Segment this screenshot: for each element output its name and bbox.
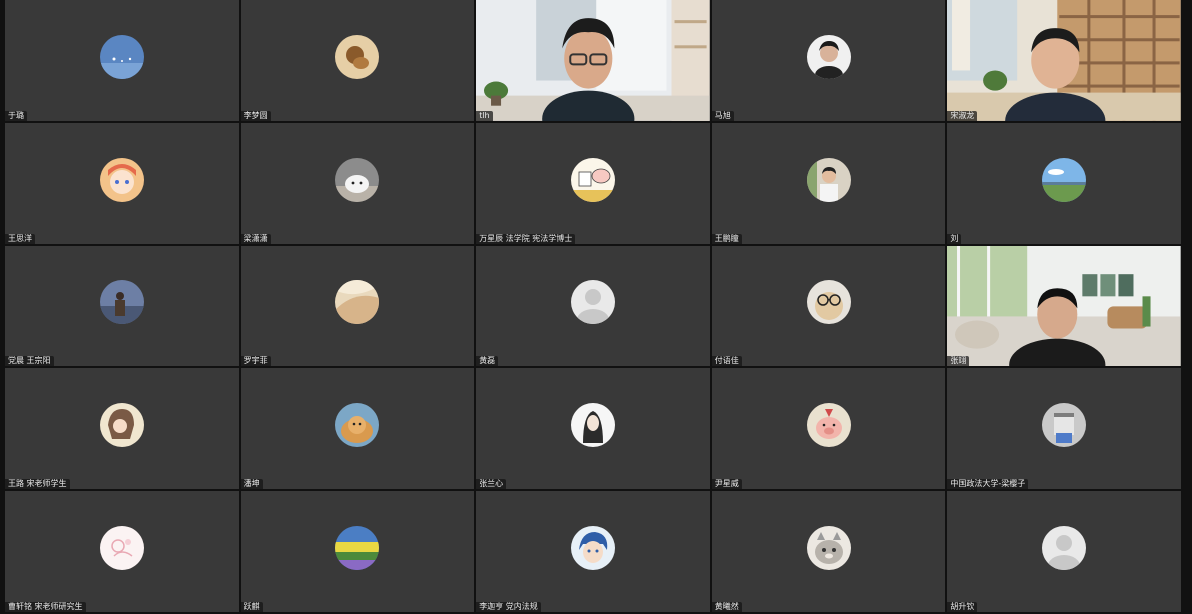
participant-tile[interactable]: 王鹏瞳: [711, 122, 946, 244]
participant-tile[interactable]: 马旭: [711, 0, 946, 121]
participant-tile[interactable]: 党晨 王宗阳: [5, 245, 239, 367]
participant-name: 党晨 王宗阳: [5, 356, 54, 367]
participant-tile[interactable]: 王路 宋老师学生: [5, 368, 239, 490]
cartoon-pig-avatar: [570, 157, 615, 202]
person-photo-avatar: [806, 34, 851, 79]
participant-tile[interactable]: 曹轩铭 宋老师研究生: [5, 491, 239, 612]
default-user-avatar: [1042, 525, 1087, 570]
participant-name: 于璐: [5, 110, 27, 121]
participant-name: 黄曦然: [711, 602, 742, 612]
grey-cat-avatar: [806, 525, 851, 570]
sunset-silhouette-avatar: [99, 280, 144, 325]
participant-name: 李梦圆: [240, 110, 271, 121]
landscape-avatar: [1042, 157, 1087, 202]
participant-tile[interactable]: 尹星威: [711, 368, 946, 490]
participant-name: 黄磊: [476, 356, 499, 367]
participant-tile[interactable]: 胡升钦: [947, 491, 1181, 612]
participant-name: 罗宇菲: [240, 356, 271, 367]
participant-name: 刘: [947, 233, 962, 244]
ink-figure-avatar: [570, 403, 615, 448]
pink-pig-avatar: [806, 403, 851, 448]
cartoon-girl-avatar: [99, 157, 144, 202]
beige-abstract-avatar: [335, 280, 380, 325]
participant-name: 跃麒: [240, 602, 263, 612]
participant-tile[interactable]: 刘: [947, 122, 1181, 244]
participant-name: 胡升钦: [947, 602, 978, 612]
participant-tile[interactable]: 跃麒: [240, 491, 475, 612]
participant-video-tile[interactable]: 张翊: [947, 245, 1181, 367]
participant-tile[interactable]: 王思洋: [5, 122, 239, 244]
default-user-avatar: [570, 280, 615, 325]
glasses-pet-avatar: [806, 280, 851, 325]
blue-sky-avatar: [99, 34, 144, 79]
participant-name: 潘坤: [240, 479, 263, 490]
participant-tile[interactable]: 张兰心: [476, 368, 710, 490]
participant-tile[interactable]: 李梦圆: [240, 0, 475, 121]
participant-video-tile[interactable]: 宋淑龙: [947, 0, 1181, 121]
participant-tile[interactable]: 黄曦然: [711, 491, 946, 612]
participant-name: 张翊: [947, 356, 970, 367]
pink-drawing-avatar: [99, 525, 144, 570]
camera-video-feed: [947, 245, 1181, 367]
camera-video-feed: [947, 0, 1181, 121]
anime-boy-avatar: [570, 525, 615, 570]
participant-name: 曹轩铭 宋老师研究生: [5, 602, 86, 612]
participant-name: 马旭: [711, 110, 734, 121]
participant-name: 中国政法大学-梁樱子: [947, 479, 1029, 490]
participant-name: 李迦亨 党内法规: [476, 602, 541, 612]
anime-girl-avatar: [99, 403, 144, 448]
flower-field-avatar: [335, 525, 380, 570]
white-dog-avatar: [335, 157, 380, 202]
participant-tile[interactable]: 万星辰 法学院 宪法学博士: [476, 122, 710, 244]
person-photo-avatar: [806, 157, 851, 202]
participant-name: 宋淑龙: [947, 110, 978, 121]
participant-name: 尹星威: [711, 479, 742, 490]
brown-drawing-avatar: [335, 34, 380, 79]
participant-name: tlh: [476, 110, 493, 121]
participant-tile[interactable]: 付语佳: [711, 245, 946, 367]
participant-tile[interactable]: 李迦亨 党内法规: [476, 491, 710, 612]
participant-tile[interactable]: 中国政法大学-梁樱子: [947, 368, 1181, 490]
participant-name: 王思洋: [5, 233, 35, 244]
mascot-avatar: [1042, 403, 1087, 448]
participant-name: 梁潇潇: [240, 233, 271, 244]
hamster-avatar: [335, 403, 380, 448]
participant-name: 王鹏瞳: [711, 233, 742, 244]
participant-name: 王路 宋老师学生: [5, 479, 70, 490]
participant-tile[interactable]: 梁潇潇: [240, 122, 475, 244]
participant-grid: 于璐 李梦圆 tlh 马旭 宋淑龙 王思洋 梁潇潇 万星辰 法学院 宪法学博士 …: [5, 0, 1181, 612]
participant-name: 万星辰 法学院 宪法学博士: [476, 233, 576, 244]
participant-name: 付语佳: [711, 356, 742, 367]
participant-tile[interactable]: 罗宇菲: [240, 245, 475, 367]
camera-video-feed: [476, 0, 710, 121]
participant-tile[interactable]: 潘坤: [240, 368, 475, 490]
participant-tile[interactable]: 于璐: [5, 0, 239, 121]
participant-video-tile[interactable]: tlh: [476, 0, 710, 121]
participant-tile[interactable]: 黄磊: [476, 245, 710, 367]
participant-name: 张兰心: [476, 479, 507, 490]
